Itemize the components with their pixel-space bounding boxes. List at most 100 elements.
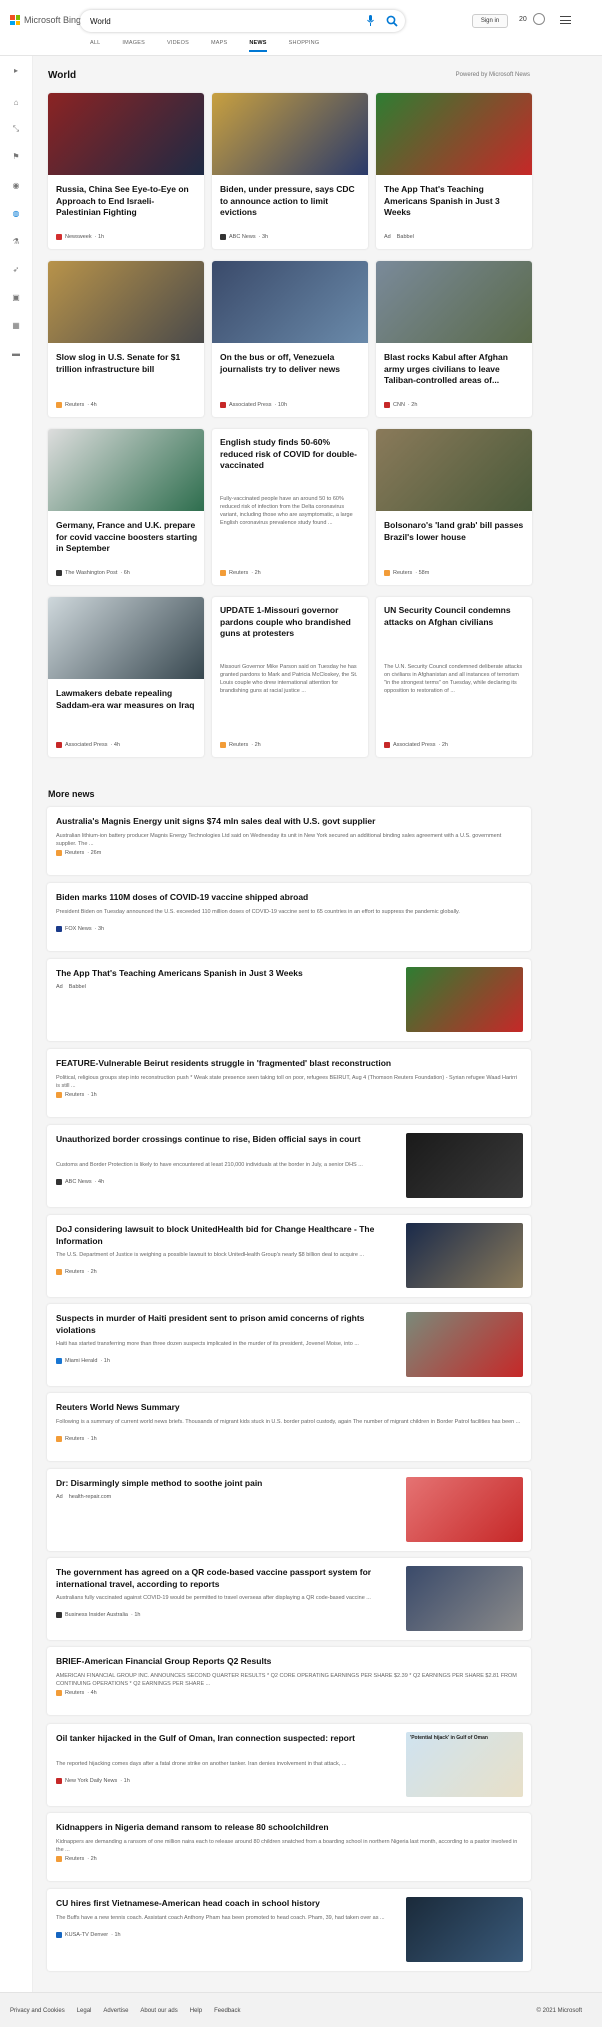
news-card-title[interactable]: Blast rocks Kabul after Afghan army urge… xyxy=(384,352,526,387)
footer-link[interactable]: Privacy and Cookies xyxy=(10,2008,65,2014)
news-item-title[interactable]: BRIEF-American Financial Group Reports Q… xyxy=(56,1656,521,1668)
source-name[interactable]: Newsweek xyxy=(65,234,92,240)
globe-icon[interactable]: ◍ xyxy=(11,209,21,219)
news-card-title[interactable]: The App That's Teaching Americans Spanis… xyxy=(384,184,526,219)
source-name[interactable]: Reuters xyxy=(65,1856,84,1862)
news-item-title[interactable]: Dr: Disarmingly simple method to soothe … xyxy=(56,1478,396,1490)
news-card-title[interactable]: Lawmakers debate repealing Saddam-era wa… xyxy=(56,688,198,711)
news-item-title[interactable]: The government has agreed on a QR code-b… xyxy=(56,1567,396,1590)
source-name[interactable]: Associated Press xyxy=(393,742,436,748)
source-name[interactable]: ABC News xyxy=(65,1179,92,1185)
news-list-item[interactable]: Reuters World News Summary Following is a… xyxy=(47,1393,531,1461)
rewards-icon[interactable] xyxy=(533,13,545,25)
news-card[interactable]: English study finds 50-60% reduced risk … xyxy=(212,429,368,585)
rewards-points[interactable]: 20 xyxy=(519,16,527,23)
news-item-title[interactable]: DoJ considering lawsuit to block UnitedH… xyxy=(56,1224,396,1247)
news-card[interactable]: UPDATE 1-Missouri governor pardons coupl… xyxy=(212,597,368,757)
source-name[interactable]: ABC News xyxy=(229,234,256,240)
news-card-title[interactable]: Bolsonaro's 'land grab' bill passes Braz… xyxy=(384,520,526,543)
footer-link[interactable]: About our ads xyxy=(140,2008,177,2014)
tab-news[interactable]: NEWS xyxy=(249,40,267,52)
news-card[interactable]: Blast rocks Kabul after Afghan army urge… xyxy=(376,261,532,417)
news-list-item[interactable]: The government has agreed on a QR code-b… xyxy=(47,1558,531,1640)
news-item-title[interactable]: The App That's Teaching Americans Spanis… xyxy=(56,968,396,980)
tab-maps[interactable]: MAPS xyxy=(211,40,227,52)
bing-logo[interactable]: Microsoft Bing xyxy=(10,15,81,25)
footer-link[interactable]: Help xyxy=(190,2008,202,2014)
news-list-item[interactable]: Australia's Magnis Energy unit signs $74… xyxy=(47,807,531,875)
news-thumbnail[interactable] xyxy=(406,1477,523,1542)
source-name[interactable]: Reuters xyxy=(65,1436,84,1442)
news-item-title[interactable]: Suspects in murder of Haiti president se… xyxy=(56,1313,396,1336)
news-card-title[interactable]: UPDATE 1-Missouri governor pardons coupl… xyxy=(220,605,362,640)
news-list-item[interactable]: CU hires first Vietnamese-American head … xyxy=(47,1889,531,1971)
source-name[interactable]: New York Daily News xyxy=(65,1778,117,1784)
news-list-item[interactable]: Unauthorized border crossings continue t… xyxy=(47,1125,531,1207)
source-name[interactable]: KUSA-TV Denver xyxy=(65,1932,108,1938)
news-list-item[interactable]: The App That's Teaching Americans Spanis… xyxy=(47,959,531,1041)
news-item-title[interactable]: Kidnappers in Nigeria demand ransom to r… xyxy=(56,1822,521,1834)
news-thumbnail[interactable] xyxy=(406,1566,523,1631)
news-item-title[interactable]: Unauthorized border crossings continue t… xyxy=(56,1134,396,1146)
video-icon[interactable]: ▣ xyxy=(11,293,21,303)
card-icon[interactable]: ▬ xyxy=(11,349,21,359)
news-card[interactable]: UN Security Council condemns attacks on … xyxy=(376,597,532,757)
source-name[interactable]: Associated Press xyxy=(65,742,108,748)
hamburger-menu-icon[interactable] xyxy=(560,16,571,24)
news-card-title[interactable]: Slow slog in U.S. Senate for $1 trillion… xyxy=(56,352,198,375)
footer-link[interactable]: Legal xyxy=(77,2008,92,2014)
news-list-item[interactable]: DoJ considering lawsuit to block UnitedH… xyxy=(47,1215,531,1297)
source-name[interactable]: CNN xyxy=(393,402,405,408)
source-name[interactable]: The Washington Post xyxy=(65,570,117,576)
source-name[interactable]: health-repair.com xyxy=(69,1494,112,1500)
flag-icon[interactable]: ⚑ xyxy=(11,152,21,162)
tab-videos[interactable]: VIDEOS xyxy=(167,40,189,52)
footer-link[interactable]: Advertise xyxy=(103,2008,128,2014)
news-thumbnail[interactable] xyxy=(406,1223,523,1288)
source-name[interactable]: Reuters xyxy=(229,742,248,748)
news-list-item[interactable]: Oil tanker hijacked in the Gulf of Oman,… xyxy=(47,1724,531,1806)
news-thumbnail[interactable]: 'Potential hijack' in Gulf of Oman xyxy=(406,1732,523,1797)
news-item-title[interactable]: Biden marks 110M doses of COVID-19 vacci… xyxy=(56,892,521,904)
source-name[interactable]: Associated Press xyxy=(229,402,272,408)
source-name[interactable]: Babbel xyxy=(397,234,414,240)
news-card-title[interactable]: Russia, China See Eye-to-Eye on Approach… xyxy=(56,184,198,219)
news-card[interactable]: The App That's Teaching Americans Spanis… xyxy=(376,93,532,249)
microphone-icon[interactable] xyxy=(367,15,374,26)
news-card-title[interactable]: On the bus or off, Venezuela journalists… xyxy=(220,352,362,375)
news-thumbnail[interactable] xyxy=(406,1312,523,1377)
news-list-item[interactable]: Suspects in murder of Haiti president se… xyxy=(47,1304,531,1386)
search-input[interactable] xyxy=(90,14,350,28)
news-item-title[interactable]: Oil tanker hijacked in the Gulf of Oman,… xyxy=(56,1733,396,1745)
news-card[interactable]: Lawmakers debate repealing Saddam-era wa… xyxy=(48,597,204,757)
news-list-item[interactable]: FEATURE-Vulnerable Beirut residents stru… xyxy=(47,1049,531,1117)
news-list-item[interactable]: Biden marks 110M doses of COVID-19 vacci… xyxy=(47,883,531,951)
news-card-title[interactable]: Biden, under pressure, says CDC to annou… xyxy=(220,184,362,219)
news-list-item[interactable]: Kidnappers in Nigeria demand ransom to r… xyxy=(47,1813,531,1881)
news-list-item[interactable]: Dr: Disarmingly simple method to soothe … xyxy=(47,1469,531,1551)
news-item-title[interactable]: CU hires first Vietnamese-American head … xyxy=(56,1898,396,1910)
expand-icon[interactable]: ▸ xyxy=(11,66,21,76)
news-item-title[interactable]: Australia's Magnis Energy unit signs $74… xyxy=(56,816,521,828)
news-item-title[interactable]: Reuters World News Summary xyxy=(56,1402,521,1414)
search-icon[interactable] xyxy=(386,15,398,27)
news-card-title[interactable]: UN Security Council condemns attacks on … xyxy=(384,605,526,628)
shrink-icon[interactable]: ⤡ xyxy=(11,124,21,134)
rocket-icon[interactable]: ➶ xyxy=(11,265,21,275)
sign-in-button[interactable]: Sign in xyxy=(472,14,508,28)
source-name[interactable]: Reuters xyxy=(65,1092,84,1098)
news-card[interactable]: Biden, under pressure, says CDC to annou… xyxy=(212,93,368,249)
tab-all[interactable]: ALL xyxy=(90,40,100,52)
news-card[interactable]: On the bus or off, Venezuela journalists… xyxy=(212,261,368,417)
news-thumbnail[interactable] xyxy=(406,967,523,1032)
news-card[interactable]: Slow slog in U.S. Senate for $1 trillion… xyxy=(48,261,204,417)
source-name[interactable]: Reuters xyxy=(65,402,84,408)
footer-link[interactable]: Feedback xyxy=(214,2008,240,2014)
science-icon[interactable]: ⚗ xyxy=(11,237,21,247)
source-name[interactable]: FOX News xyxy=(65,926,92,932)
source-name[interactable]: Reuters xyxy=(65,1269,84,1275)
tab-shopping[interactable]: SHOPPING xyxy=(289,40,320,52)
news-card[interactable]: Germany, France and U.K. prepare for cov… xyxy=(48,429,204,585)
home-icon[interactable]: ⌂ xyxy=(11,98,21,108)
location-icon[interactable]: ◉ xyxy=(11,181,21,191)
